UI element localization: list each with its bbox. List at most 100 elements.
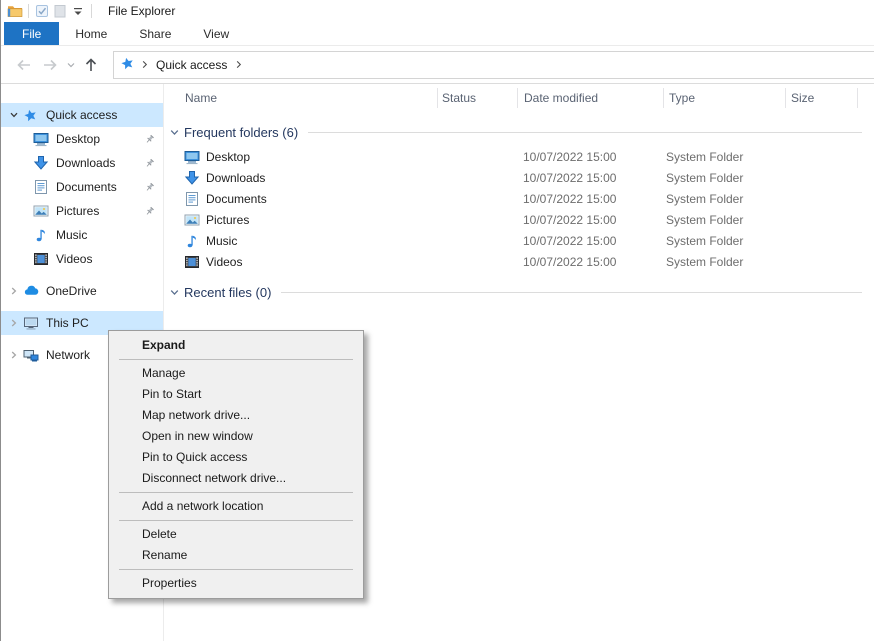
tab-share[interactable]: Share (123, 22, 187, 45)
sidebar-item-onedrive[interactable]: OneDrive (1, 279, 163, 303)
network-icon (23, 347, 40, 363)
row-desktop[interactable]: Desktop10/07/2022 15:00System Folder (164, 146, 874, 167)
documents-icon (33, 179, 50, 195)
toolbar-separator (28, 4, 29, 18)
menu-separator (119, 359, 353, 360)
desktop-icon (184, 149, 200, 165)
row-type: System Folder (666, 213, 743, 227)
up-button[interactable] (78, 52, 104, 78)
row-date-modified: 10/07/2022 15:00 (523, 171, 616, 185)
row-name: Videos (206, 255, 242, 269)
ribbon-tab-bar: File Home Share View (1, 22, 874, 46)
recent-locations-button[interactable] (63, 52, 78, 78)
menu-item-rename[interactable]: Rename (111, 545, 361, 566)
row-videos[interactable]: Videos10/07/2022 15:00System Folder (164, 251, 874, 272)
videos-icon (184, 254, 200, 270)
chevron-down-icon[interactable] (169, 287, 184, 298)
videos-icon (33, 251, 50, 267)
menu-item-disconnect-network-drive[interactable]: Disconnect network drive... (111, 468, 361, 489)
sidebar-item-quick-access[interactable]: Quick access (1, 103, 163, 127)
column-header-type[interactable]: Type (669, 84, 695, 112)
row-date-modified: 10/07/2022 15:00 (523, 255, 616, 269)
address-bar[interactable]: Quick access (113, 51, 874, 79)
tab-file[interactable]: File (4, 22, 59, 45)
group-header-recent-files-0[interactable]: Recent files (0) (169, 282, 862, 302)
row-type: System Folder (666, 192, 743, 206)
file-explorer-window: File Explorer File Home Share View Quick… (0, 0, 874, 641)
sidebar-item-music[interactable]: Music (1, 223, 163, 247)
row-name: Documents (206, 192, 267, 206)
column-header-name[interactable]: Name (185, 84, 217, 112)
navigation-bar: Quick access (1, 47, 874, 84)
chevron-down-icon[interactable] (5, 110, 23, 120)
menu-item-add-a-network-location[interactable]: Add a network location (111, 496, 361, 517)
pin-icon (144, 134, 155, 145)
menu-item-pin-to-start[interactable]: Pin to Start (111, 384, 361, 405)
forward-button[interactable] (37, 52, 63, 78)
menu-item-expand[interactable]: Expand (111, 335, 361, 356)
new-folder-icon[interactable] (51, 3, 69, 20)
row-type: System Folder (666, 150, 743, 164)
onedrive-icon (23, 283, 40, 299)
group-header-label: Frequent folders (6) (184, 125, 298, 140)
menu-item-open-in-new-window[interactable]: Open in new window (111, 426, 361, 447)
chevron-right-icon[interactable] (140, 58, 149, 72)
group-header-rule (281, 292, 862, 293)
column-resize-handle[interactable] (785, 88, 786, 108)
back-button[interactable] (11, 52, 37, 78)
file-explorer-icon[interactable] (6, 3, 24, 20)
sidebar-item-label: Videos (56, 252, 92, 266)
toolbar-separator (91, 4, 92, 18)
column-header-date-modified[interactable]: Date modified (524, 84, 598, 112)
sidebar-item-label: Downloads (56, 156, 115, 170)
chevron-right-icon[interactable] (234, 58, 243, 72)
menu-item-map-network-drive[interactable]: Map network drive... (111, 405, 361, 426)
breadcrumb-quick-access[interactable]: Quick access (154, 58, 229, 72)
row-downloads[interactable]: Downloads 10/07/2022 15:00 System Folder (164, 167, 874, 188)
chevron-right-icon[interactable] (5, 318, 23, 328)
sidebar-item-label: Quick access (46, 108, 117, 122)
row-name: Music (206, 234, 237, 248)
sidebar-item-desktop[interactable]: Desktop (1, 127, 163, 151)
tab-view[interactable]: View (187, 22, 245, 45)
sidebar-item-pictures[interactable]: Pictures (1, 199, 163, 223)
menu-item-manage[interactable]: Manage (111, 363, 361, 384)
menu-item-pin-to-quick-access[interactable]: Pin to Quick access (111, 447, 361, 468)
chevron-down-icon[interactable] (169, 127, 184, 138)
column-headers: Name Status Date modified Type Size (164, 84, 874, 112)
sidebar-item-label: This PC (46, 316, 89, 330)
column-resize-handle[interactable] (663, 88, 664, 108)
properties-icon[interactable] (33, 3, 51, 20)
chevron-right-icon[interactable] (5, 350, 23, 360)
row-date-modified: 10/07/2022 15:00 (523, 213, 616, 227)
chevron-right-icon[interactable] (5, 286, 23, 296)
pin-icon (144, 206, 155, 217)
tab-home[interactable]: Home (59, 22, 123, 45)
column-resize-handle[interactable] (517, 88, 518, 108)
this-pc-icon (23, 315, 40, 331)
file-list: Frequent folders (6)Desktop10/07/2022 15… (164, 122, 874, 302)
column-header-size[interactable]: Size (791, 84, 814, 112)
sidebar-item-documents[interactable]: Documents (1, 175, 163, 199)
sidebar-item-videos[interactable]: Videos (1, 247, 163, 271)
group-rows: Desktop10/07/2022 15:00System FolderDown… (164, 146, 874, 272)
quick-access-star-icon (120, 56, 135, 74)
group-header-frequent-folders-6[interactable]: Frequent folders (6) (169, 122, 862, 142)
row-pictures[interactable]: Pictures10/07/2022 15:00System Folder (164, 209, 874, 230)
column-resize-handle[interactable] (437, 88, 438, 108)
row-date-modified: 10/07/2022 15:00 (523, 150, 616, 164)
column-header-status[interactable]: Status (442, 84, 476, 112)
customize-quick-access-toolbar-icon[interactable] (69, 3, 87, 20)
menu-item-delete[interactable]: Delete (111, 524, 361, 545)
documents-icon (184, 191, 200, 207)
column-resize-handle[interactable] (857, 88, 858, 108)
row-date-modified: 10/07/2022 15:00 (523, 192, 616, 206)
row-name: Downloads (206, 171, 265, 185)
sidebar-item-label: OneDrive (46, 284, 97, 298)
menu-item-properties[interactable]: Properties (111, 573, 361, 594)
row-music[interactable]: Music10/07/2022 15:00System Folder (164, 230, 874, 251)
group-header-label: Recent files (0) (184, 285, 271, 300)
sidebar-item-downloads[interactable]: Downloads (1, 151, 163, 175)
row-documents[interactable]: Documents 10/07/2022 15:00 System Folder (164, 188, 874, 209)
row-type: System Folder (666, 171, 743, 185)
